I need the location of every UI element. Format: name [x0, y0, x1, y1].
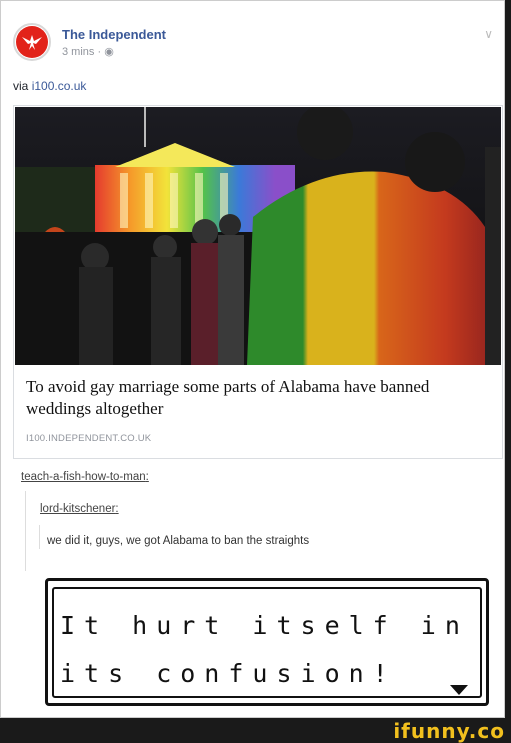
article-headline[interactable]: To avoid gay marriage some parts of Alab… — [26, 376, 486, 420]
post-text: via i100.co.uk — [13, 79, 86, 93]
pokemon-dialog-box: It hurt itself in its confusion! — [45, 578, 489, 706]
pokemon-dialog-line-1: It hurt itself in — [60, 611, 469, 640]
via-prefix: via — [13, 79, 32, 93]
post-header: The Independent 3 mins · ◉ ∨ — [13, 23, 493, 67]
page-name[interactable]: The Independent — [62, 27, 166, 42]
facebook-post-card: The Independent 3 mins · ◉ ∨ via i100.co… — [0, 0, 505, 718]
continue-arrow-icon — [450, 685, 468, 695]
post-meta: 3 mins · ◉ — [62, 45, 114, 58]
ifunny-watermark: ifunny.co — [393, 719, 505, 743]
article-domain: I100.INDEPENDENT.CO.UK — [26, 433, 152, 444]
globe-icon: ◉ — [104, 46, 114, 58]
via-link[interactable]: i100.co.uk — [32, 79, 87, 93]
quote-divider — [39, 525, 40, 549]
pokemon-dialog-line-2: its confusion! — [60, 659, 397, 688]
article-photo[interactable] — [15, 107, 501, 365]
link-preview[interactable]: To avoid gay marriage some parts of Alab… — [13, 105, 503, 459]
tumblr-reply-text: we did it, guys, we got Alabama to ban t… — [47, 535, 310, 547]
tumblr-username-2[interactable]: lord-kitschener: — [40, 503, 119, 515]
timestamp[interactable]: 3 mins · — [62, 46, 104, 58]
independent-eagle-logo-icon — [16, 26, 48, 58]
chevron-down-icon[interactable]: ∨ — [484, 27, 493, 41]
tumblr-username-1[interactable]: teach-a-fish-how-to-man: — [21, 471, 149, 483]
tumblr-username-1-text: teach-a-fish-how-to-man — [21, 471, 146, 483]
page-avatar[interactable] — [13, 23, 51, 61]
tumblr-username-2-text: lord-kitschener — [40, 503, 116, 515]
tumblr-quote-block: lord-kitschener: we did it, guys, we got… — [25, 491, 486, 571]
